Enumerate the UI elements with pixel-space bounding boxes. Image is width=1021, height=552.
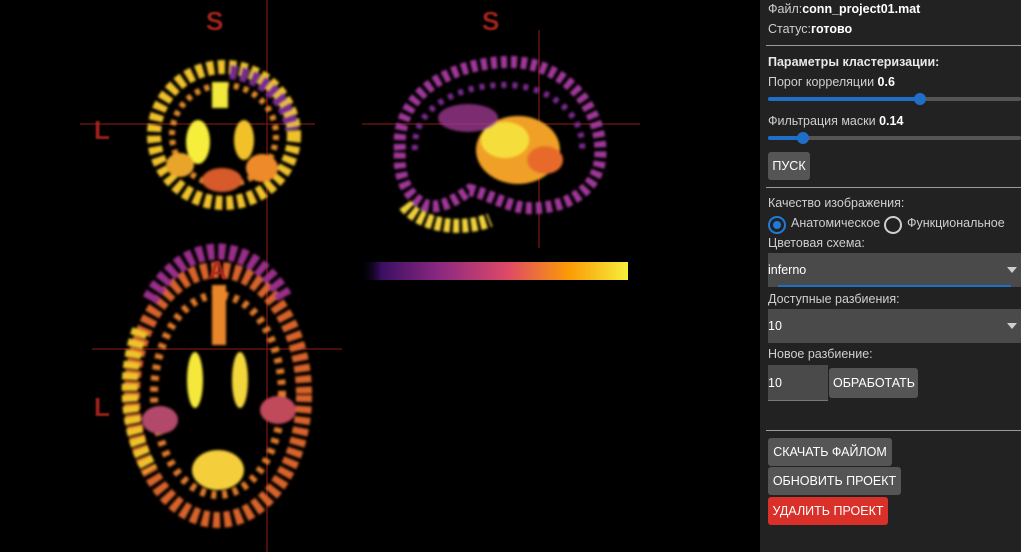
file-info: Файл:conn_project01.mat: [768, 2, 920, 16]
orientation-label-coronal-left: L: [94, 115, 110, 145]
quality-option-functional[interactable]: Функциональное: [907, 216, 1005, 230]
slider-thumb[interactable]: [913, 93, 926, 105]
quality-label: Качество изображения:: [768, 196, 905, 210]
mask-value: 0.14: [879, 114, 904, 128]
chevron-down-icon: [1007, 267, 1017, 273]
update-project-button[interactable]: ОБНОВИТЬ ПРОЕКТ: [768, 467, 901, 495]
coronal-slice[interactable]: [147, 60, 301, 210]
divider: [766, 187, 1021, 188]
chevron-down-icon: [1007, 323, 1017, 329]
new-partition-label: Новое разбиение:: [768, 347, 873, 361]
divider: [766, 430, 1021, 431]
colorbar: [360, 262, 628, 280]
process-button[interactable]: ОБРАБОТАТЬ: [829, 368, 918, 398]
colormap-label: Цветовая схема:: [768, 236, 865, 250]
axial-slice[interactable]: [121, 243, 312, 528]
delete-project-button[interactable]: УДАЛИТЬ ПРОЕКТ: [768, 497, 888, 525]
orientation-label-axial-left: L: [94, 392, 110, 422]
sagittal-slice[interactable]: [393, 55, 607, 233]
mask-filter-slider[interactable]: [768, 132, 1021, 144]
orientation-label-coronal-top: S: [206, 6, 224, 36]
file-label: Файл:: [768, 2, 803, 16]
clustering-title: Параметры кластеризации:: [768, 55, 940, 69]
file-name: conn_project01.mat: [802, 2, 921, 16]
slider-thumb[interactable]: [797, 132, 810, 144]
quality-option-anatomical[interactable]: Анатомическое: [791, 216, 880, 230]
orientation-label-axial-top: A: [208, 255, 227, 285]
control-panel: Файл:conn_project01.mat Статус:готово Па…: [760, 0, 1021, 552]
download-file-button[interactable]: СКАЧАТЬ ФАЙЛОМ: [768, 438, 892, 466]
corr-label-text: Порог корреляции: [768, 75, 875, 89]
partitions-value: 10: [768, 319, 782, 333]
new-partition-input[interactable]: 10: [768, 365, 828, 401]
mask-label-text: Фильтрация маски: [768, 114, 876, 128]
mask-filter-label: Фильтрация маски 0.14: [768, 114, 903, 128]
colormap-select[interactable]: inferno: [768, 253, 1021, 287]
select-focus-underline: [778, 285, 1011, 287]
slider-fill: [768, 97, 920, 101]
correlation-threshold-label: Порог корреляции 0.6: [768, 75, 895, 89]
corr-value: 0.6: [877, 75, 895, 89]
quality-radio-anatomical[interactable]: [768, 216, 786, 234]
correlation-threshold-slider[interactable]: [768, 93, 1021, 105]
quality-radio-functional[interactable]: [884, 216, 902, 234]
status-label: Статус:: [768, 22, 811, 36]
partitions-label: Доступные разбиения:: [768, 292, 900, 306]
status-value: готово: [811, 22, 853, 36]
status-info: Статус:готово: [768, 22, 852, 36]
colormap-value: inferno: [768, 263, 807, 277]
orientation-label-sagittal-top: S: [482, 6, 500, 36]
brain-slices-canvas[interactable]: [0, 0, 760, 552]
partitions-select[interactable]: 10: [768, 309, 1021, 343]
divider: [766, 45, 1021, 46]
run-button[interactable]: ПУСК: [768, 152, 810, 180]
brain-viewer[interactable]: S L S A L: [0, 0, 760, 552]
